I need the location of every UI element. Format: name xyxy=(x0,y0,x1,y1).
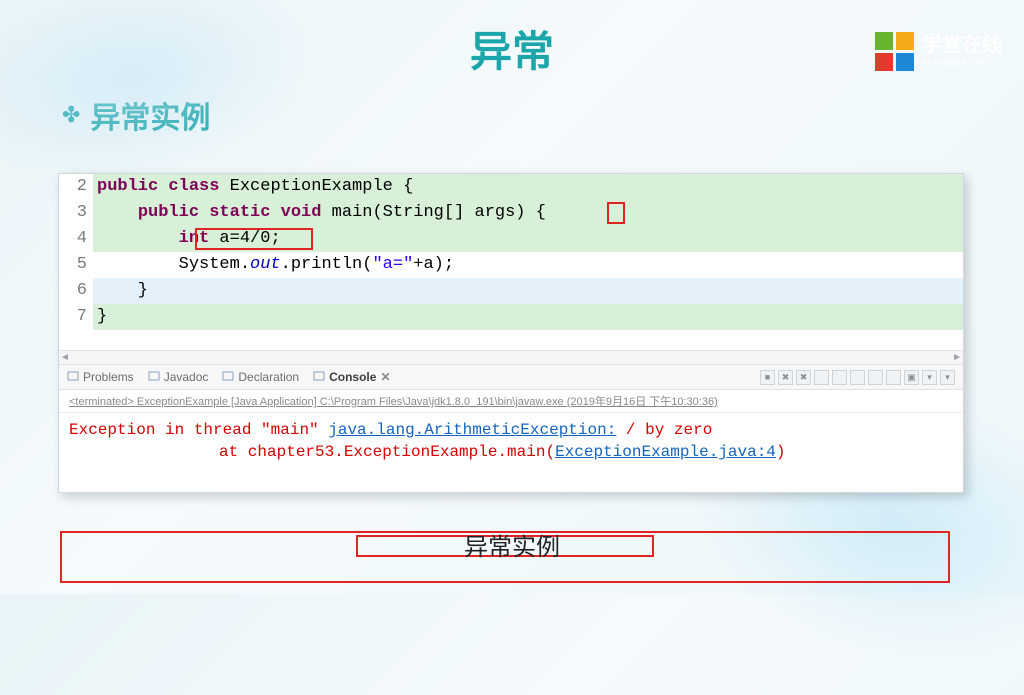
code-line: 5 System.out.println("a="+a); xyxy=(59,252,963,278)
line-number: 2 xyxy=(59,174,93,200)
decl-icon xyxy=(222,370,234,385)
line-number: 4 xyxy=(59,226,93,252)
tab-declaration[interactable]: Declaration xyxy=(222,370,299,385)
code-editor: 2public class ExceptionExample {3 public… xyxy=(59,174,963,350)
line-number: 6 xyxy=(59,278,93,304)
javadoc-icon xyxy=(148,370,160,385)
logo-text-cn: 学堂在线 xyxy=(922,34,1002,56)
tab-problems[interactable]: Problems xyxy=(67,370,134,385)
tab-label: Console xyxy=(329,370,376,384)
stack-close: ) xyxy=(776,443,786,461)
line-number: 7 xyxy=(59,304,93,330)
exc-class-link[interactable]: java.lang.ArithmeticException: xyxy=(328,421,616,439)
close-icon[interactable]: ✕ xyxy=(380,370,390,384)
tab-label: Problems xyxy=(83,370,134,384)
tab-console[interactable]: Console ✕ xyxy=(313,370,390,385)
line-number: 5 xyxy=(59,252,93,278)
logo-sq-4 xyxy=(896,53,914,71)
logo-sq-3 xyxy=(875,53,893,71)
code-line: 7} xyxy=(59,304,963,330)
code-content: } xyxy=(93,278,963,304)
code-line: 3 public static void main(String[] args)… xyxy=(59,200,963,226)
slide-caption: 异常实例 xyxy=(0,527,1024,562)
console-output: Exception in thread "main" java.lang.Ari… xyxy=(59,413,963,469)
highlight-box-brace xyxy=(607,202,625,224)
ide-panel: 2public class ExceptionExample {3 public… xyxy=(58,173,964,493)
tab-javadoc[interactable]: Javadoc xyxy=(148,370,209,385)
line-number: 3 xyxy=(59,200,93,226)
code-line: 2public class ExceptionExample { xyxy=(59,174,963,200)
exc-msg: / by zero xyxy=(616,421,712,439)
highlight-box-code xyxy=(195,228,313,250)
stack-at: at chapter53.ExceptionExample.main( xyxy=(219,443,555,461)
problems-icon xyxy=(67,370,79,385)
code-line: 6 } xyxy=(59,278,963,304)
code-content: System.out.println("a="+a); xyxy=(93,252,963,278)
console-status: <terminated> ExceptionExample [Java Appl… xyxy=(59,390,963,413)
horizontal-scrollbar[interactable]: ◄► xyxy=(59,350,963,364)
bottom-tabs: Problems Javadoc Declaration Console ✕ ■✖✖▣… xyxy=(59,364,963,390)
tab-label: Declaration xyxy=(238,370,299,384)
exc-prefix: Exception in thread "main" xyxy=(69,421,328,439)
tab-label: Javadoc xyxy=(164,370,209,384)
logo-text-en: xuetangx.com xyxy=(922,56,1002,68)
logo-sq-1 xyxy=(875,32,893,50)
logo-squares xyxy=(875,32,914,71)
console-toolbar[interactable]: ■✖✖▣▾▾ xyxy=(760,370,955,385)
code-content: } xyxy=(93,304,963,330)
brand-logo: 学堂在线 xuetangx.com xyxy=(875,32,1002,71)
console-icon xyxy=(313,370,325,385)
stack-src-link[interactable]: ExceptionExample.java:4 xyxy=(555,443,776,461)
logo-sq-2 xyxy=(896,32,914,50)
code-content: public class ExceptionExample { xyxy=(93,174,963,200)
code-content: public static void main(String[] args) { xyxy=(93,200,963,226)
